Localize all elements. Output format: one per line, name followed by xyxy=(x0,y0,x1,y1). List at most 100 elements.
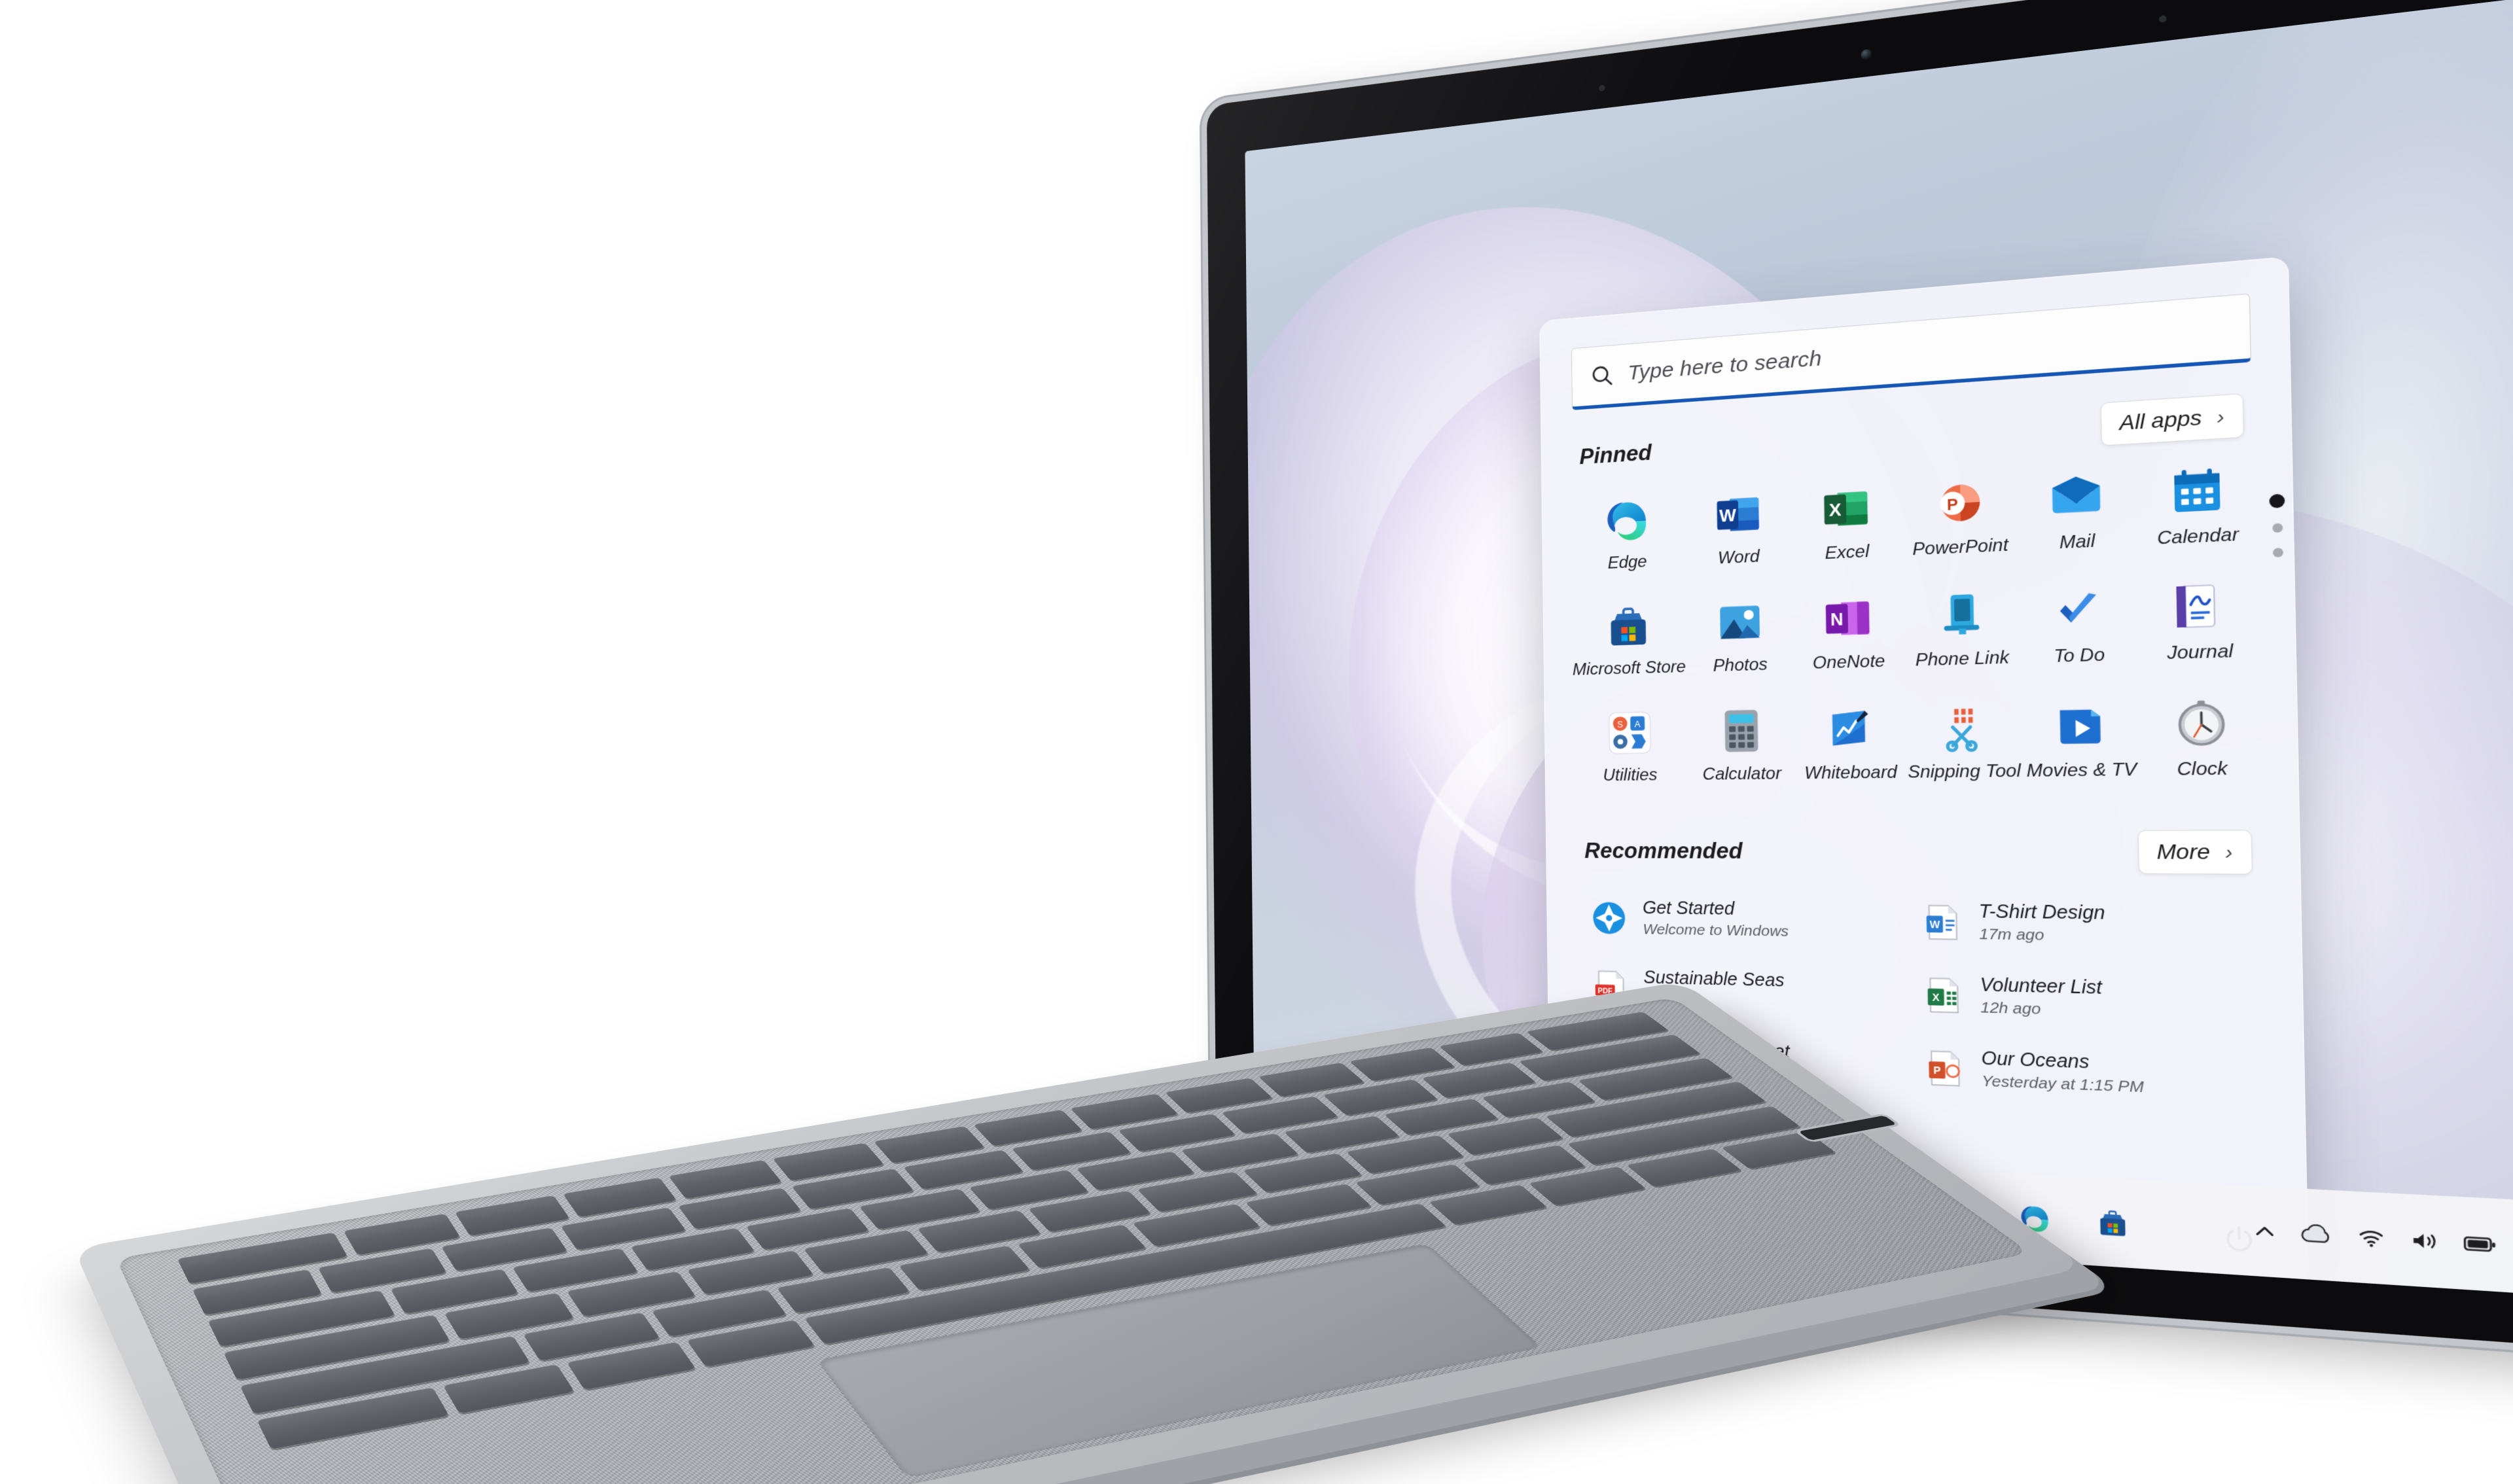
chevron-right-icon: › xyxy=(2225,840,2233,864)
pinned-app-label: Excel xyxy=(1825,541,1870,563)
pinned-app-photos[interactable]: Photos xyxy=(1686,588,1794,684)
search-icon xyxy=(1590,363,1614,389)
search-input[interactable]: Type here to search xyxy=(1571,293,2252,410)
product-scene: Type here to search Pinned All apps › Ed… xyxy=(0,0,2513,1484)
recommended-item-subtitle: Yesterday at 1:15 PM xyxy=(1981,1072,2145,1097)
svg-text:X: X xyxy=(1829,499,1842,520)
pinned-app-clock[interactable]: Clock xyxy=(2139,686,2264,788)
phone-link-icon xyxy=(1933,588,1989,643)
pinned-app-label: Snipping Tool xyxy=(1907,760,2022,783)
page-dot-1[interactable] xyxy=(2269,493,2285,508)
all-apps-label: All apps xyxy=(2119,406,2202,435)
power-icon xyxy=(2222,1223,2256,1256)
more-label: More xyxy=(2156,839,2211,864)
powerpoint-icon: P xyxy=(1931,475,1988,531)
microsoft-store-icon xyxy=(2100,1205,2126,1237)
recommended-item-subtitle: 17m ago xyxy=(1979,925,2044,944)
pinned-app-edge[interactable]: Edge xyxy=(1569,485,1686,582)
pinned-app-journal[interactable]: Journal xyxy=(2137,569,2262,673)
start-search-row: Type here to search xyxy=(1571,293,2252,410)
edge-icon xyxy=(1601,494,1652,547)
wallpaper-bloom-5 xyxy=(2010,0,2513,1138)
pinned-app-calculator[interactable]: Calculator xyxy=(1688,697,1796,791)
to-do-icon xyxy=(2049,583,2108,639)
pinned-app-whiteboard[interactable]: Whiteboard xyxy=(1794,694,1906,790)
pinned-app-phone-link[interactable]: Phone Link xyxy=(1903,578,2021,678)
svg-text:S: S xyxy=(1617,720,1624,730)
svg-text:W: W xyxy=(1719,504,1736,525)
pinned-app-label: To Do xyxy=(2053,645,2105,667)
pinned-app-mail[interactable]: Mail xyxy=(2017,459,2137,563)
snipping-tool-icon xyxy=(1934,700,1991,754)
recommended-item-title: Our Oceans xyxy=(1981,1048,2090,1073)
onenote-icon: N xyxy=(1821,592,1876,645)
microsoft-store-icon xyxy=(1603,601,1654,652)
pinned-app-to-do[interactable]: To Do xyxy=(2019,574,2139,675)
excel-icon: X xyxy=(1819,482,1874,537)
mail-icon xyxy=(2047,468,2106,525)
pinned-app-snipping-tool[interactable]: Snipping Tool xyxy=(1905,692,2023,790)
recommended-title: Recommended xyxy=(1584,838,1743,864)
recommended-item-subtitle: Welcome to Windows xyxy=(1643,921,1789,940)
power-button[interactable] xyxy=(2215,1216,2264,1263)
recommended-item-get-started[interactable]: Get Started Welcome to Windows xyxy=(1582,889,1893,951)
utilities-folder-icon: S A xyxy=(1604,707,1655,758)
battery-icon[interactable] xyxy=(2463,1233,2497,1256)
svg-text:P: P xyxy=(1933,1064,1941,1076)
page-dot-2[interactable] xyxy=(2272,523,2283,533)
chevron-up-icon[interactable] xyxy=(2251,1220,2277,1245)
cloud-icon[interactable] xyxy=(2300,1222,2333,1248)
svg-text:W: W xyxy=(1929,918,1940,930)
search-placeholder: Type here to search xyxy=(1628,346,1822,385)
word-icon: W xyxy=(1711,487,1764,541)
journal-icon xyxy=(2169,578,2230,635)
pinned-app-label: Journal xyxy=(2167,641,2234,664)
pinned-app-label: Photos xyxy=(1713,655,1768,676)
system-tray: 11:11 AM 10/27/2022 xyxy=(2251,1208,2513,1280)
wallpaper-ribbon-3 xyxy=(1477,247,2054,805)
movies-tv-icon xyxy=(2051,698,2111,752)
pinned-app-powerpoint[interactable]: P PowerPoint xyxy=(1901,466,2018,567)
recommended-item-title: T-Shirt Design xyxy=(1978,901,2105,924)
calculator-icon xyxy=(1715,705,1768,757)
clock-icon xyxy=(2171,695,2232,751)
pinned-app-word[interactable]: W Word xyxy=(1684,479,1792,576)
pinned-app-microsoft-store[interactable]: Microsoft Store xyxy=(1570,592,1687,687)
pinned-app-label: Calculator xyxy=(1702,764,1782,784)
taskbar-microsoft-store-button[interactable] xyxy=(2085,1196,2140,1249)
get-started-icon xyxy=(1590,898,1630,938)
pinned-app-label: Whiteboard xyxy=(1804,762,1898,783)
photos-icon xyxy=(1713,596,1766,649)
pinned-app-label: OneNote xyxy=(1812,651,1885,673)
pinned-page-indicator[interactable] xyxy=(2269,493,2286,558)
all-apps-button[interactable]: All apps › xyxy=(2100,393,2245,446)
pinned-app-calendar[interactable]: Calendar xyxy=(2135,452,2260,557)
pinned-app-label: Word xyxy=(1717,546,1760,568)
svg-text:A: A xyxy=(1634,720,1641,730)
speaker-icon[interactable] xyxy=(2409,1228,2440,1254)
pinned-title: Pinned xyxy=(1579,440,1652,469)
pinned-app-movies-tv[interactable]: Movies & TV xyxy=(2021,689,2141,788)
more-button[interactable]: More › xyxy=(2137,830,2253,875)
pinned-grid: Edge W Word X Excel P PowerPoint Mail Ca… xyxy=(1569,452,2264,792)
svg-text:N: N xyxy=(1830,610,1844,630)
pinned-app-excel[interactable]: X Excel xyxy=(1791,472,1903,572)
recommended-item-our-oceans[interactable]: P Our Oceans Yesterday at 1:15 PM xyxy=(1914,1037,2261,1110)
page-dot-3[interactable] xyxy=(2272,548,2284,557)
pinned-app-label: Microsoft Store xyxy=(1572,657,1686,680)
pinned-app-onenote[interactable]: N OneNote xyxy=(1793,584,1905,681)
pinned-app-label: Mail xyxy=(2059,531,2095,554)
pinned-app-label: Utilities xyxy=(1603,765,1658,785)
wallpaper-ribbon-1 xyxy=(1312,308,1942,967)
pinned-app-label: Movies & TV xyxy=(2026,759,2137,781)
laptop-base xyxy=(73,981,2087,1484)
whiteboard-icon xyxy=(1823,702,1878,755)
recommended-item-subtitle: 12h ago xyxy=(1980,999,2041,1018)
calendar-icon xyxy=(2166,461,2228,519)
chevron-right-icon: › xyxy=(2217,404,2225,429)
pinned-app-utilities[interactable]: S A Utilities xyxy=(1571,699,1689,792)
recommended-header: Recommended More › xyxy=(1584,830,2253,875)
pinned-grid-wrap: Edge W Word X Excel P PowerPoint Mail Ca… xyxy=(1569,452,2285,792)
wifi-icon[interactable] xyxy=(2356,1225,2387,1250)
recommended-item-title: Volunteer List xyxy=(1980,974,2103,998)
